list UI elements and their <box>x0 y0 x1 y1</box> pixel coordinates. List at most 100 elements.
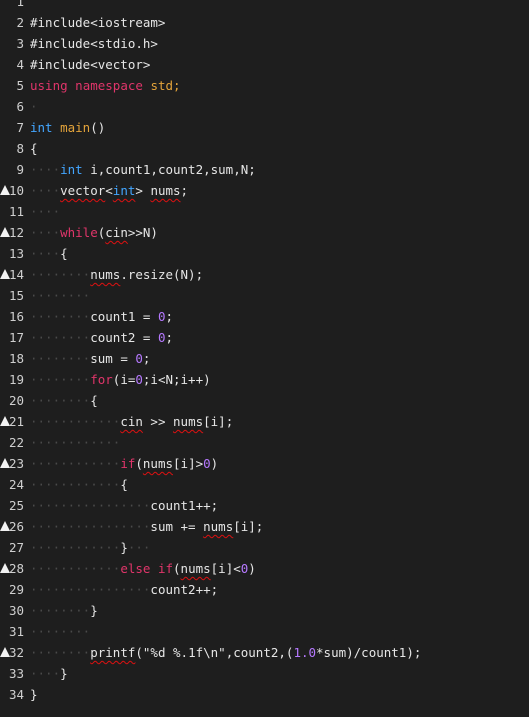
code-line[interactable]: 34} <box>0 684 529 705</box>
code-line[interactable]: 24 ············{ <box>0 474 529 495</box>
code-line[interactable]: 17 ········count2 = 0; <box>0 327 529 348</box>
code-line[interactable]: 1 <box>0 0 529 12</box>
code-text[interactable]: ············else if(nums[i]<0) <box>30 558 256 579</box>
code-token: } <box>120 540 128 555</box>
code-text[interactable]: ····int i,count1,count2,sum,N; <box>30 159 256 180</box>
code-token: = <box>120 351 128 366</box>
code-line[interactable]: 22 ············ <box>0 432 529 453</box>
code-text[interactable]: · <box>30 96 38 117</box>
whitespace-marker: ········ <box>30 603 91 618</box>
line-number: 27 <box>8 540 24 555</box>
code-text[interactable]: ········printf("%d %.1f\n",count2,(1.0*s… <box>30 642 421 663</box>
code-text[interactable]: ············cin >> nums[i]; <box>30 411 233 432</box>
code-line[interactable]: 21 ············cin >> nums[i]; <box>0 411 529 432</box>
code-text[interactable]: ········for(i=0;i<N;i++) <box>30 369 211 390</box>
warning-icon[interactable] <box>0 416 10 426</box>
code-text[interactable]: #include<stdio.h> <box>30 33 158 54</box>
code-line[interactable]: 10 ····vector<int> nums; <box>0 180 529 201</box>
code-text[interactable]: ················count1++; <box>30 495 218 516</box>
code-text[interactable]: ········} <box>30 600 98 621</box>
line-number: 6 <box>16 99 24 114</box>
code-text[interactable]: ········ <box>30 621 90 642</box>
code-line[interactable]: 14 ········nums.resize(N); <box>0 264 529 285</box>
code-text[interactable]: ···· <box>30 201 60 222</box>
line-number: 33 <box>8 666 24 681</box>
code-token: vector <box>60 183 106 198</box>
warning-icon[interactable] <box>0 647 10 657</box>
code-line[interactable]: 18 ········sum = 0; <box>0 348 529 369</box>
line-number: 31 <box>8 624 24 639</box>
code-text[interactable]: #include<vector> <box>30 54 150 75</box>
code-line[interactable]: 9 ····int i,count1,count2,sum,N; <box>0 159 529 180</box>
code-token: sum <box>90 351 113 366</box>
code-line[interactable]: 12 ····while(cin>>N) <box>0 222 529 243</box>
whitespace-marker: ········ <box>30 288 91 303</box>
code-text[interactable]: ············ <box>30 432 120 453</box>
code-text[interactable]: ············if(nums[i]>0) <box>30 453 218 474</box>
code-line[interactable]: 30 ········} <box>0 600 529 621</box>
code-text[interactable]: ····vector<int> nums; <box>30 180 188 201</box>
code-token: [i]; <box>233 519 264 534</box>
warning-icon[interactable] <box>0 563 10 573</box>
code-token: cin <box>120 414 143 429</box>
code-line[interactable]: 31 ········ <box>0 621 529 642</box>
code-token: >> <box>150 414 166 429</box>
warning-icon[interactable] <box>0 521 10 531</box>
code-text[interactable]: } <box>30 684 38 705</box>
code-line[interactable]: 6 · <box>0 96 529 117</box>
code-text[interactable]: ········ <box>30 285 90 306</box>
code-line[interactable]: 19 ········for(i=0;i<N;i++) <box>0 369 529 390</box>
code-text[interactable]: ····} <box>30 663 68 684</box>
code-text[interactable]: ············{ <box>30 474 128 495</box>
code-text[interactable]: ················sum += nums[i]; <box>30 516 263 537</box>
code-line[interactable]: 4 #include<vector> <box>0 54 529 75</box>
code-line[interactable]: 26 ················sum += nums[i]; <box>0 516 529 537</box>
code-text[interactable]: #include<iostream> <box>30 12 165 33</box>
code-text[interactable]: ····while(cin>>N) <box>30 222 158 243</box>
code-text[interactable]: ········count2 = 0; <box>30 327 173 348</box>
whitespace-marker <box>53 120 61 135</box>
code-text[interactable]: ········nums.resize(N); <box>30 264 203 285</box>
code-line[interactable]: 7 int main() <box>0 117 529 138</box>
code-text[interactable]: { <box>30 138 38 159</box>
code-line[interactable]: 15 ········ <box>0 285 529 306</box>
warning-icon[interactable] <box>0 269 10 279</box>
code-token: count1 <box>90 309 136 324</box>
code-line[interactable]: 20 ········{ <box>0 390 529 411</box>
whitespace-marker: ········ <box>30 645 91 660</box>
code-token: += <box>180 519 196 534</box>
code-editor[interactable]: 1 2 #include<iostream> 3 #include<stdio.h> 4 #… <box>0 0 529 717</box>
code-line[interactable]: 23 ············if(nums[i]>0) <box>0 453 529 474</box>
code-token: () <box>90 120 106 135</box>
code-token: sum <box>150 519 173 534</box>
code-text[interactable]: ········{ <box>30 390 98 411</box>
code-line[interactable]: 5 using namespace std; <box>0 75 529 96</box>
code-line[interactable]: 32 ········printf("%d %.1f\n",count2,(1.0… <box>0 642 529 663</box>
line-number: 7 <box>16 120 24 135</box>
code-line[interactable]: 25 ················count1++; <box>0 495 529 516</box>
code-text[interactable]: using namespace std; <box>30 75 181 96</box>
code-line[interactable]: 33 ····} <box>0 663 529 684</box>
code-line[interactable]: 11 ···· <box>0 201 529 222</box>
warning-icon[interactable] <box>0 227 10 237</box>
code-token: < <box>105 183 113 198</box>
code-line[interactable]: 28 ············else if(nums[i]<0) <box>0 558 529 579</box>
code-line[interactable]: 2 #include<iostream> <box>0 12 529 33</box>
whitespace-marker: · <box>30 99 38 114</box>
whitespace-marker: ············ <box>30 435 121 450</box>
code-text[interactable]: ········sum = 0; <box>30 348 150 369</box>
code-text[interactable]: int main() <box>30 117 105 138</box>
warning-icon[interactable] <box>0 185 10 195</box>
code-text[interactable]: ················count2++; <box>30 579 218 600</box>
code-line[interactable]: 13 ····{ <box>0 243 529 264</box>
code-line[interactable]: 3 #include<stdio.h> <box>0 33 529 54</box>
code-line[interactable]: 27 ············}··· <box>0 537 529 558</box>
code-text[interactable]: ········count1 = 0; <box>30 306 173 327</box>
code-token: #include<iostream> <box>30 15 166 30</box>
code-text[interactable]: ············}··· <box>30 537 150 558</box>
code-text[interactable]: ····{ <box>30 243 68 264</box>
code-line[interactable]: 29 ················count2++; <box>0 579 529 600</box>
code-line[interactable]: 16 ········count1 = 0; <box>0 306 529 327</box>
warning-icon[interactable] <box>0 458 10 468</box>
code-line[interactable]: 8{ <box>0 138 529 159</box>
